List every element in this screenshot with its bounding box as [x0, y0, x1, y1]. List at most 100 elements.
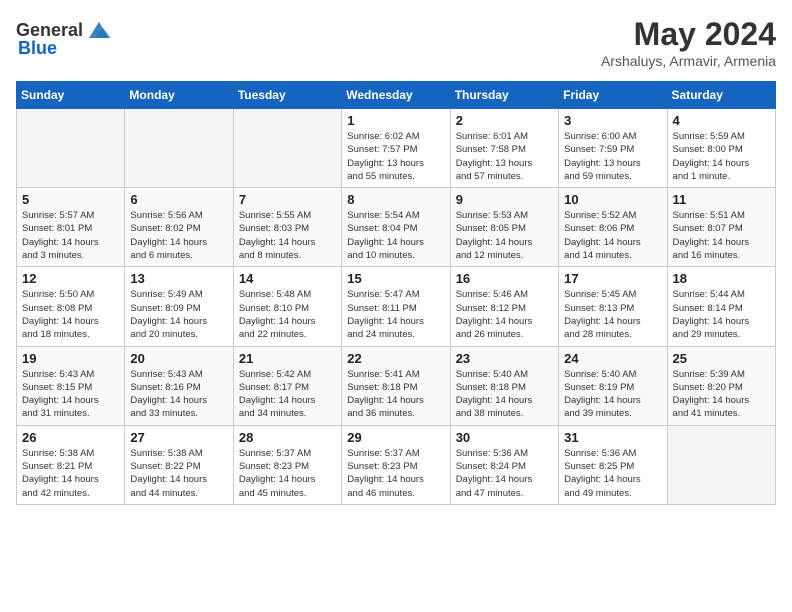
weekday-header-saturday: Saturday [667, 82, 775, 109]
day-number: 23 [456, 351, 553, 366]
weekday-header-tuesday: Tuesday [233, 82, 341, 109]
day-number: 20 [130, 351, 227, 366]
calendar-cell: 30 Sunrise: 5:36 AM Sunset: 8:24 PM Dayli… [450, 425, 558, 504]
calendar-week-row: 12 Sunrise: 5:50 AM Sunset: 8:08 PM Dayli… [17, 267, 776, 346]
day-number: 30 [456, 430, 553, 445]
day-info: Sunrise: 5:36 AM Sunset: 8:24 PM Dayligh… [456, 447, 553, 500]
day-number: 3 [564, 113, 661, 128]
calendar-cell: 5 Sunrise: 5:57 AM Sunset: 8:01 PM Daylig… [17, 188, 125, 267]
day-number: 9 [456, 192, 553, 207]
day-info: Sunrise: 5:44 AM Sunset: 8:14 PM Dayligh… [673, 288, 770, 341]
weekday-header-thursday: Thursday [450, 82, 558, 109]
day-number: 7 [239, 192, 336, 207]
logo: General Blue [16, 16, 113, 59]
month-year-title: May 2024 [601, 16, 776, 53]
day-info: Sunrise: 6:02 AM Sunset: 7:57 PM Dayligh… [347, 130, 444, 183]
weekday-header-wednesday: Wednesday [342, 82, 450, 109]
weekday-header-monday: Monday [125, 82, 233, 109]
day-info: Sunrise: 5:55 AM Sunset: 8:03 PM Dayligh… [239, 209, 336, 262]
calendar-cell: 18 Sunrise: 5:44 AM Sunset: 8:14 PM Dayli… [667, 267, 775, 346]
day-info: Sunrise: 5:56 AM Sunset: 8:02 PM Dayligh… [130, 209, 227, 262]
calendar-cell: 14Sunrise: 5:48 AM Sunset: 8:10 PM Dayli… [233, 267, 341, 346]
calendar-cell: 19 Sunrise: 5:43 AM Sunset: 8:15 PM Dayli… [17, 346, 125, 425]
day-info: Sunrise: 5:37 AM Sunset: 8:23 PM Dayligh… [347, 447, 444, 500]
day-number: 16 [456, 271, 553, 286]
day-number: 22 [347, 351, 444, 366]
calendar-cell: 22 Sunrise: 5:41 AM Sunset: 8:18 PM Dayli… [342, 346, 450, 425]
calendar-cell: 12 Sunrise: 5:50 AM Sunset: 8:08 PM Dayli… [17, 267, 125, 346]
weekday-header-friday: Friday [559, 82, 667, 109]
calendar-cell: 11 Sunrise: 5:51 AM Sunset: 8:07 PM Dayli… [667, 188, 775, 267]
day-info: Sunrise: 5:43 AM Sunset: 8:15 PM Dayligh… [22, 368, 119, 421]
calendar-cell: 26 Sunrise: 5:38 AM Sunset: 8:21 PM Dayli… [17, 425, 125, 504]
day-number: 13 [130, 271, 227, 286]
day-info: Sunrise: 5:57 AM Sunset: 8:01 PM Dayligh… [22, 209, 119, 262]
day-number: 15 [347, 271, 444, 286]
day-number: 14 [239, 271, 336, 286]
day-info: Sunrise: 5:49 AM Sunset: 8:09 PM Dayligh… [130, 288, 227, 341]
day-number: 6 [130, 192, 227, 207]
day-number: 17 [564, 271, 661, 286]
header: General Blue May 2024 Arshaluys, Armavir… [16, 16, 776, 69]
calendar-cell: 2 Sunrise: 6:01 AM Sunset: 7:58 PM Daylig… [450, 109, 558, 188]
calendar-cell: 9 Sunrise: 5:53 AM Sunset: 8:05 PM Daylig… [450, 188, 558, 267]
day-number: 27 [130, 430, 227, 445]
day-number: 5 [22, 192, 119, 207]
day-info: Sunrise: 5:39 AM Sunset: 8:20 PM Dayligh… [673, 368, 770, 421]
logo-icon [85, 16, 113, 44]
day-info: Sunrise: 5:40 AM Sunset: 8:19 PM Dayligh… [564, 368, 661, 421]
calendar-cell: 28Sunrise: 5:37 AM Sunset: 8:23 PM Dayli… [233, 425, 341, 504]
day-info: Sunrise: 5:43 AM Sunset: 8:16 PM Dayligh… [130, 368, 227, 421]
calendar-cell: 31Sunrise: 5:36 AM Sunset: 8:25 PM Dayli… [559, 425, 667, 504]
day-info: Sunrise: 5:53 AM Sunset: 8:05 PM Dayligh… [456, 209, 553, 262]
day-info: Sunrise: 6:00 AM Sunset: 7:59 PM Dayligh… [564, 130, 661, 183]
calendar-cell: 25 Sunrise: 5:39 AM Sunset: 8:20 PM Dayli… [667, 346, 775, 425]
day-number: 4 [673, 113, 770, 128]
day-info: Sunrise: 5:54 AM Sunset: 8:04 PM Dayligh… [347, 209, 444, 262]
day-number: 12 [22, 271, 119, 286]
calendar-week-row: 19 Sunrise: 5:43 AM Sunset: 8:15 PM Dayli… [17, 346, 776, 425]
calendar-cell: 6 Sunrise: 5:56 AM Sunset: 8:02 PM Daylig… [125, 188, 233, 267]
day-number: 19 [22, 351, 119, 366]
day-number: 1 [347, 113, 444, 128]
day-number: 8 [347, 192, 444, 207]
calendar-cell: 1 Sunrise: 6:02 AM Sunset: 7:57 PM Daylig… [342, 109, 450, 188]
day-info: Sunrise: 5:47 AM Sunset: 8:11 PM Dayligh… [347, 288, 444, 341]
day-number: 11 [673, 192, 770, 207]
day-info: Sunrise: 5:46 AM Sunset: 8:12 PM Dayligh… [456, 288, 553, 341]
day-info: Sunrise: 5:50 AM Sunset: 8:08 PM Dayligh… [22, 288, 119, 341]
day-info: Sunrise: 5:40 AM Sunset: 8:18 PM Dayligh… [456, 368, 553, 421]
calendar-week-row: 1 Sunrise: 6:02 AM Sunset: 7:57 PM Daylig… [17, 109, 776, 188]
day-number: 2 [456, 113, 553, 128]
day-info: Sunrise: 5:52 AM Sunset: 8:06 PM Dayligh… [564, 209, 661, 262]
day-number: 24 [564, 351, 661, 366]
day-info: Sunrise: 6:01 AM Sunset: 7:58 PM Dayligh… [456, 130, 553, 183]
calendar-cell: 29Sunrise: 5:37 AM Sunset: 8:23 PM Dayli… [342, 425, 450, 504]
calendar-cell: 4Sunrise: 5:59 AM Sunset: 8:00 PM Daylig… [667, 109, 775, 188]
day-info: Sunrise: 5:38 AM Sunset: 8:21 PM Dayligh… [22, 447, 119, 500]
calendar-cell: 16 Sunrise: 5:46 AM Sunset: 8:12 PM Dayli… [450, 267, 558, 346]
day-number: 26 [22, 430, 119, 445]
calendar-table: SundayMondayTuesdayWednesdayThursdayFrid… [16, 81, 776, 505]
day-number: 25 [673, 351, 770, 366]
calendar-cell [125, 109, 233, 188]
calendar-week-row: 5 Sunrise: 5:57 AM Sunset: 8:01 PM Daylig… [17, 188, 776, 267]
calendar-cell: 7 Sunrise: 5:55 AM Sunset: 8:03 PM Daylig… [233, 188, 341, 267]
day-info: Sunrise: 5:51 AM Sunset: 8:07 PM Dayligh… [673, 209, 770, 262]
day-number: 28 [239, 430, 336, 445]
day-info: Sunrise: 5:42 AM Sunset: 8:17 PM Dayligh… [239, 368, 336, 421]
day-info: Sunrise: 5:41 AM Sunset: 8:18 PM Dayligh… [347, 368, 444, 421]
calendar-week-row: 26 Sunrise: 5:38 AM Sunset: 8:21 PM Dayli… [17, 425, 776, 504]
calendar-cell: 23 Sunrise: 5:40 AM Sunset: 8:18 PM Dayli… [450, 346, 558, 425]
calendar-cell: 21Sunrise: 5:42 AM Sunset: 8:17 PM Dayli… [233, 346, 341, 425]
calendar-cell: 27Sunrise: 5:38 AM Sunset: 8:22 PM Dayli… [125, 425, 233, 504]
logo-blue-text: Blue [18, 38, 57, 59]
calendar-cell [17, 109, 125, 188]
day-number: 10 [564, 192, 661, 207]
day-number: 31 [564, 430, 661, 445]
day-number: 18 [673, 271, 770, 286]
calendar-cell: 20 Sunrise: 5:43 AM Sunset: 8:16 PM Dayli… [125, 346, 233, 425]
location-subtitle: Arshaluys, Armavir, Armenia [601, 53, 776, 69]
calendar-cell: 8 Sunrise: 5:54 AM Sunset: 8:04 PM Daylig… [342, 188, 450, 267]
calendar-cell: 10 Sunrise: 5:52 AM Sunset: 8:06 PM Dayli… [559, 188, 667, 267]
